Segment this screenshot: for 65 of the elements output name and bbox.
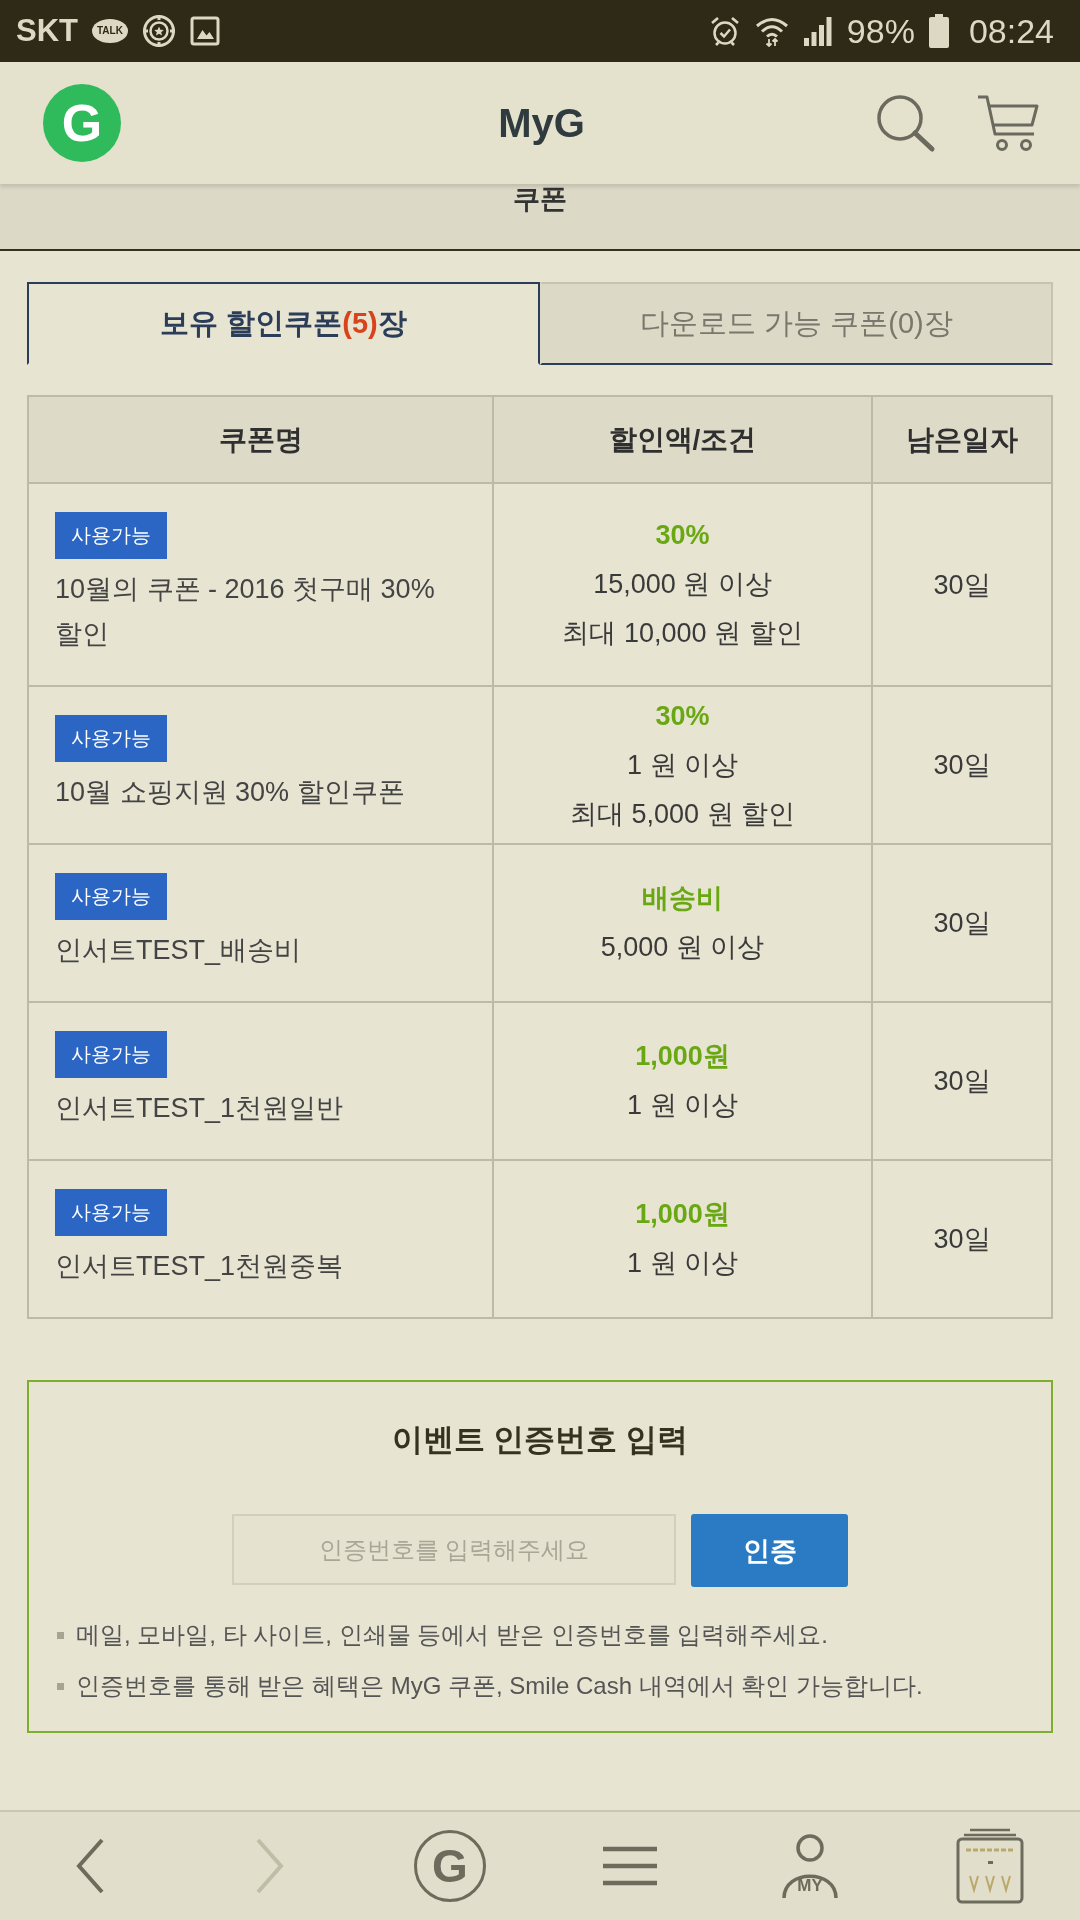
page-title: MyG [498,100,585,146]
status-badge: 사용가능 [55,1189,167,1236]
chevron-left-icon [75,1837,105,1895]
days-left-cell: 30일 [872,686,1052,844]
note-text: 인증번호를 통해 받은 혜택은 MyG 쿠폰, Smile Cash 내역에서 확인 가능합니다. [76,1671,923,1701]
verify-button[interactable]: 인증 [691,1514,848,1587]
discount-condition: 최대 10,000 원 할인 [561,617,804,650]
discount-condition: 15,000 원 이상 [592,568,773,601]
search-button[interactable] [874,93,936,153]
days-left-cell: 30일 [872,844,1052,1002]
menu-button[interactable] [602,1846,658,1886]
column-header: 할인액/조건 [493,396,872,483]
bullet-icon [57,1631,64,1639]
coupon-name: 인서트TEST_1천원일반 [55,1092,345,1125]
coupon-name: 10월 쇼핑지원 30% 할인쿠폰 [55,776,406,809]
discount-amount: 1,000원 [634,1040,731,1073]
discount-amount: 30% [654,699,711,733]
status-badge: 사용가능 [55,512,167,559]
status-badge: 사용가능 [55,715,167,762]
coupon-name: 인서트TEST_1천원중복 [55,1250,345,1283]
battery-percent: 98% [846,11,915,51]
discount-condition: 5,000 원 이상 [599,931,766,964]
chat-badge: TALK [92,19,128,43]
days-left-cell: 30일 [872,1002,1052,1160]
tab[interactable]: 보유 할인쿠폰(5)장 [27,282,540,365]
discount-amount: 1,000원 [634,1198,731,1231]
coupon-name: 10월의 쿠폰 - 2016 첫구매 30% 할인 [55,573,436,651]
stacked-pages-icon [956,1828,1024,1904]
days-left-cell: 30일 [872,483,1052,686]
person-icon [781,1833,839,1899]
tabs-button[interactable] [956,1828,1024,1904]
menu-icon [602,1846,658,1886]
code-input-field[interactable]: 인증번호를 입력해주세요 [232,1514,676,1585]
home-button[interactable]: G [414,1830,486,1902]
home-logo[interactable]: G [43,84,121,162]
column-header: 남은일자 [872,396,1052,483]
event-title: 이벤트 인증번호 입력 [390,1421,690,1459]
image-icon [189,16,220,46]
discount-condition: 1 원 이상 [626,1247,739,1280]
section-title: 쿠폰 [513,184,567,214]
signal-icon [802,16,833,46]
tab[interactable]: 다운로드 가능 쿠폰(0)장 [540,282,1053,365]
battery-icon [928,14,949,48]
cart-button[interactable] [976,94,1040,152]
my-page-button[interactable]: MY [781,1833,839,1899]
column-header: 쿠폰명 [28,396,493,483]
bullet-icon [57,1682,64,1690]
coupon-name: 인서트TEST_배송비 [55,934,303,967]
wifi-icon [754,15,789,47]
discount-condition: 최대 5,000 원 할인 [568,797,797,831]
discount-amount: 배송비 [641,882,724,915]
target-icon [141,14,176,48]
discount-amount: 30% [654,519,711,552]
discount-condition: 1 원 이상 [626,748,739,782]
status-badge: 사용가능 [55,873,167,920]
back-button[interactable] [75,1837,105,1895]
discount-condition: 1 원 이상 [626,1089,739,1122]
carrier-name: SKT [16,13,78,49]
note-text: 메일, 모바일, 타 사이트, 인쇄물 등에서 받은 인증번호를 입력해주세요. [76,1620,828,1650]
cart-icon [976,94,1040,152]
search-icon [874,93,936,153]
clock-time: 08:24 [968,11,1054,51]
status-badge: 사용가능 [55,1031,167,1078]
chevron-right-icon [255,1837,285,1895]
days-left-cell: 30일 [872,1160,1052,1318]
